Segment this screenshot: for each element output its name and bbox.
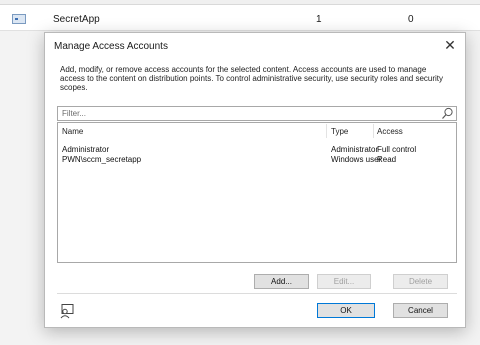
add-button[interactable]: Add... [254,274,309,289]
manage-access-accounts-dialog: Manage Access Accounts ✕ Add, modify, or… [44,32,466,328]
footer-divider [57,293,457,294]
column-header-type[interactable]: Type [331,127,348,136]
column-header-access[interactable]: Access [377,127,403,136]
row-name: Administrator [62,145,110,154]
row-access: Read [377,155,397,164]
row-type: Windows user [331,155,382,164]
dialog-title: Manage Access Accounts [54,41,168,52]
list-header: Name Type Access [58,123,456,139]
filter-input[interactable] [60,107,434,120]
dialog-description: Add, modify, or remove access accounts f… [60,65,443,92]
access-accounts-list[interactable]: Name Type Access Administrator Administr… [57,122,457,263]
row-access: Full control [377,145,417,154]
background-row-col2: 0 [408,14,414,25]
column-divider[interactable] [373,124,374,138]
background-toolbar-edge [0,0,480,5]
delete-button[interactable]: Delete [393,274,448,289]
application-icon [12,14,26,24]
background-row-col1: 1 [316,14,322,25]
column-header-name[interactable]: Name [62,127,83,136]
list-row[interactable]: PWN\sccm_secretapp Windows user Read [58,155,456,165]
row-name: PWN\sccm_secretapp [62,155,142,164]
ok-button[interactable]: OK [317,303,375,318]
column-divider[interactable] [326,124,327,138]
filter-field[interactable] [57,106,457,121]
cancel-button[interactable]: Cancel [393,303,448,318]
list-row[interactable]: Administrator Administrator Full control [58,145,456,155]
close-icon[interactable]: ✕ [441,36,459,54]
row-type: Administrator [331,145,379,154]
person-search-icon[interactable] [59,303,75,319]
background-list-row[interactable]: SecretApp 1 0 [0,10,480,31]
background-row-name: SecretApp [53,14,100,25]
edit-button[interactable]: Edit... [317,274,371,289]
search-icon[interactable] [441,107,454,120]
